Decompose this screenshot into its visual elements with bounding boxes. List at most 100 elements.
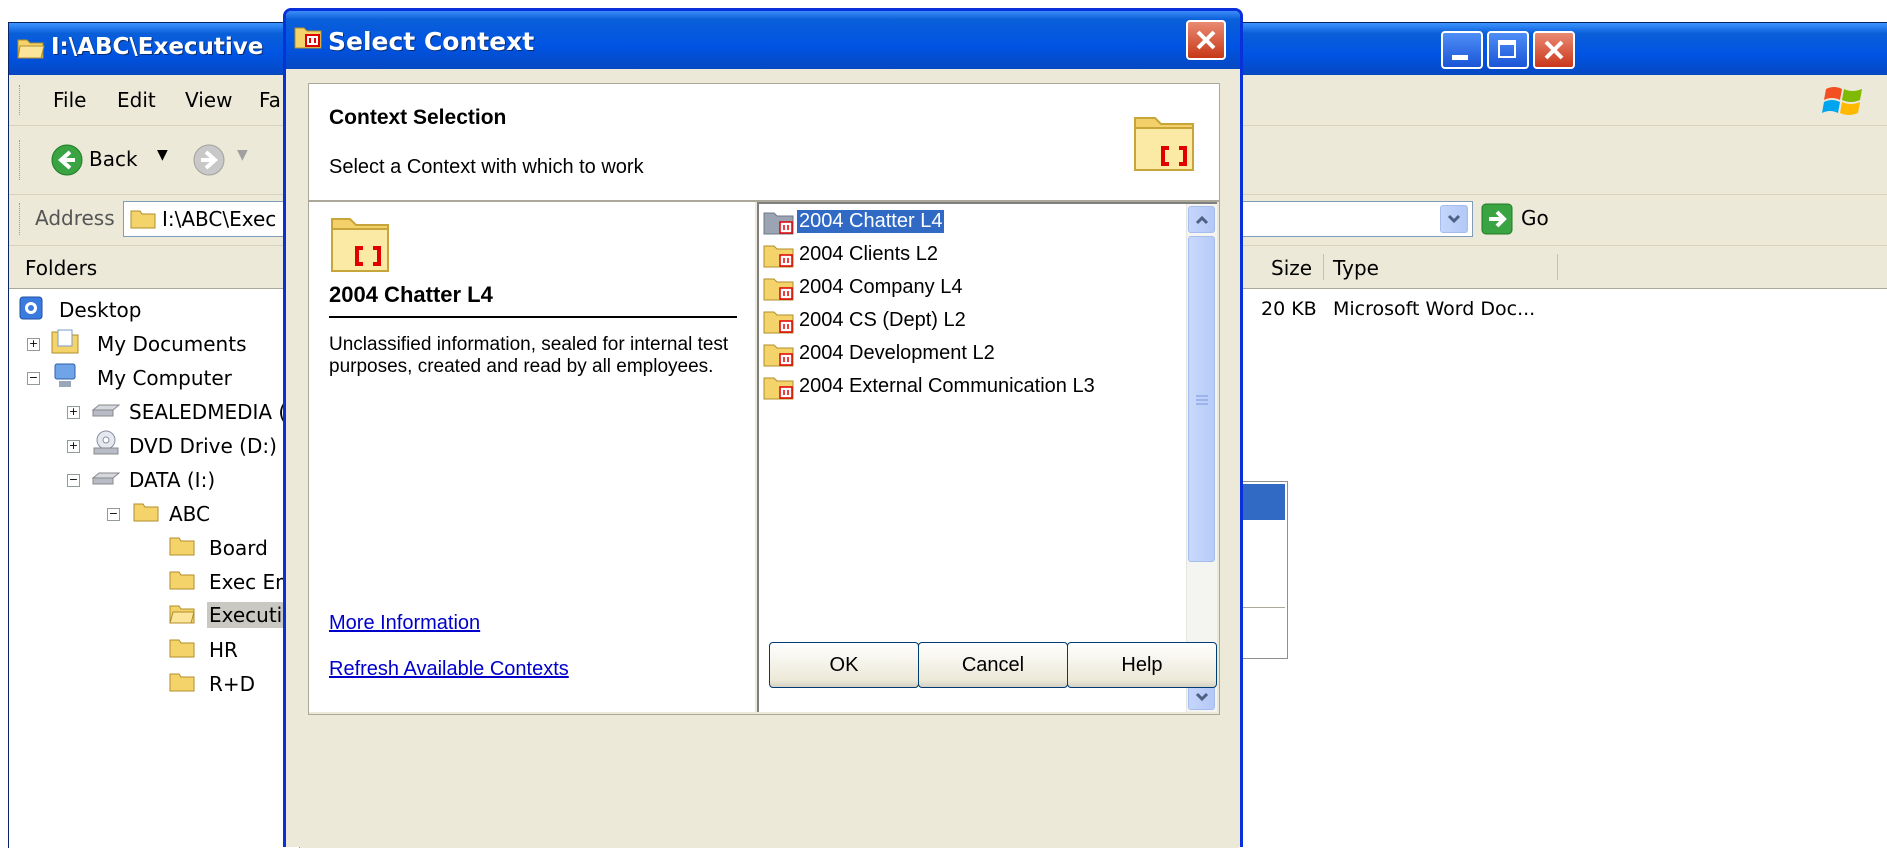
maximize-button[interactable] (1487, 31, 1529, 69)
folders-header: Folders (9, 246, 299, 289)
scroll-thumb[interactable] (1188, 236, 1215, 562)
expand-icon[interactable]: + (67, 406, 80, 419)
address-value: I:\ABC\Exec (162, 207, 277, 231)
close-icon (1196, 30, 1216, 50)
refresh-contexts-link[interactable]: Refresh Available Contexts (329, 658, 569, 681)
tree-label: DATA (I:) (129, 468, 216, 492)
collapse-icon[interactable]: − (107, 508, 120, 521)
dvd-drive-icon (93, 430, 119, 455)
menu-edit[interactable]: Edit (117, 88, 156, 112)
go-label: Go (1521, 206, 1549, 230)
collapse-icon[interactable]: − (27, 372, 40, 385)
select-context-dialog: Select Context Context Selection Select … (283, 8, 1243, 847)
forward-button[interactable]: ▼ (191, 142, 261, 178)
context-folder-icon (1134, 117, 1194, 171)
toolbar-grip (19, 140, 23, 180)
context-folder-icon (294, 27, 322, 49)
tree-label: Desktop (59, 298, 142, 322)
folder-icon (133, 503, 159, 522)
desktop-icon (19, 296, 43, 320)
chevron-up-icon (1195, 215, 1209, 225)
file-size: 20 KB (1261, 298, 1317, 320)
tree-label: R+D (209, 672, 256, 696)
header-title: Context Selection (329, 106, 507, 129)
context-folder-icon (763, 377, 794, 400)
expand-icon[interactable]: + (67, 440, 80, 453)
collapse-icon[interactable]: − (67, 474, 80, 487)
context-folder-icon (763, 344, 794, 367)
hard-drive-icon (91, 472, 121, 485)
context-folder-icon (763, 212, 794, 235)
context-details-panel: 2004 Chatter L4 Unclassified information… (309, 202, 755, 712)
scroll-up-button[interactable] (1188, 206, 1215, 233)
context-folder-icon (331, 218, 389, 272)
tree-label: Exec Em (209, 570, 295, 594)
close-button[interactable] (1533, 31, 1575, 69)
network-drive-icon (91, 404, 121, 417)
tree-label: DVD Drive (D:) (129, 434, 277, 458)
tree-label: My Computer (97, 366, 232, 390)
dialog-close-button[interactable] (1186, 20, 1226, 60)
dialog-title-bar[interactable]: Select Context (286, 11, 1240, 69)
back-label: Back (89, 147, 138, 171)
column-header-type[interactable]: Type (1333, 256, 1379, 280)
context-folder-icon (763, 278, 794, 301)
grip-icon (1196, 395, 1208, 405)
context-label: 2004 Company L4 (799, 276, 963, 298)
back-arrow-icon (51, 144, 83, 176)
folder-icon (169, 673, 195, 692)
column-divider (1557, 254, 1558, 280)
tree-label: Board (209, 536, 268, 560)
expand-icon[interactable]: + (27, 338, 40, 351)
selected-context-description: Unclassified information, sealed for int… (329, 334, 729, 377)
back-button[interactable]: Back ▼ (49, 142, 179, 178)
file-row[interactable]: 20 KB Microsoft Word Doc... (1239, 296, 1579, 326)
column-header-size[interactable]: Size (1271, 256, 1312, 280)
chevron-down-icon: ▼ (157, 147, 168, 163)
tree-label: ABC (169, 502, 211, 526)
folder-icon (169, 639, 195, 658)
explorer-title: I:\ABC\Executive (51, 34, 264, 60)
chevron-down-icon: ▼ (237, 147, 248, 163)
minimize-button[interactable] (1441, 31, 1483, 69)
maximize-icon (1498, 40, 1516, 58)
more-information-link[interactable]: More Information (329, 612, 480, 635)
vertical-scrollbar[interactable] (1186, 204, 1217, 712)
tree-label: HR (209, 638, 238, 662)
context-folder-icon (763, 245, 794, 268)
popup-highlight (1239, 484, 1285, 520)
folders-pane: Folders Desktop + My Documents − My Comp… (9, 246, 300, 848)
minimize-icon (1452, 55, 1468, 60)
forward-arrow-icon (193, 144, 225, 176)
ok-button[interactable]: OK (769, 642, 919, 688)
chevron-down-icon (1195, 692, 1209, 702)
context-label: 2004 Clients L2 (799, 243, 938, 265)
toolbar-grip (19, 203, 23, 235)
context-label: 2004 Chatter L4 (797, 210, 945, 233)
folders-header-label: Folders (25, 256, 98, 280)
dialog-content-frame: Context Selection Select a Context with … (308, 83, 1220, 715)
help-button[interactable]: Help (1067, 642, 1217, 688)
toolbar-grip (19, 85, 23, 115)
file-list-pane: Size Type 20 KB Microsoft Word Doc... (1239, 246, 1887, 848)
address-dropdown-button[interactable] (1440, 205, 1468, 233)
open-folder-icon (17, 39, 45, 59)
context-list[interactable]: 2004 Chatter L4 2004 Clients L2 2004 Compa… (757, 202, 1217, 712)
folder-icon (130, 210, 156, 229)
context-label: 2004 CS (Dept) L2 (799, 309, 966, 331)
title-divider (329, 316, 737, 318)
cancel-button[interactable]: Cancel (918, 642, 1068, 688)
menu-file[interactable]: File (53, 88, 86, 112)
menu-view[interactable]: View (185, 88, 232, 112)
context-label: 2004 External Communication L3 (799, 375, 1095, 397)
popup-separator (1239, 607, 1285, 608)
windows-logo-icon (1822, 87, 1862, 115)
file-list-header: Size Type (1239, 246, 1887, 289)
folder-icon (169, 571, 195, 590)
go-arrow-icon (1481, 203, 1513, 235)
folder-icon (169, 537, 195, 556)
header-subtitle: Select a Context with which to work (329, 156, 644, 178)
tree-label: My Documents (97, 332, 247, 356)
go-button[interactable]: Go (1479, 201, 1559, 237)
menu-favorites[interactable]: Fa (259, 88, 281, 112)
